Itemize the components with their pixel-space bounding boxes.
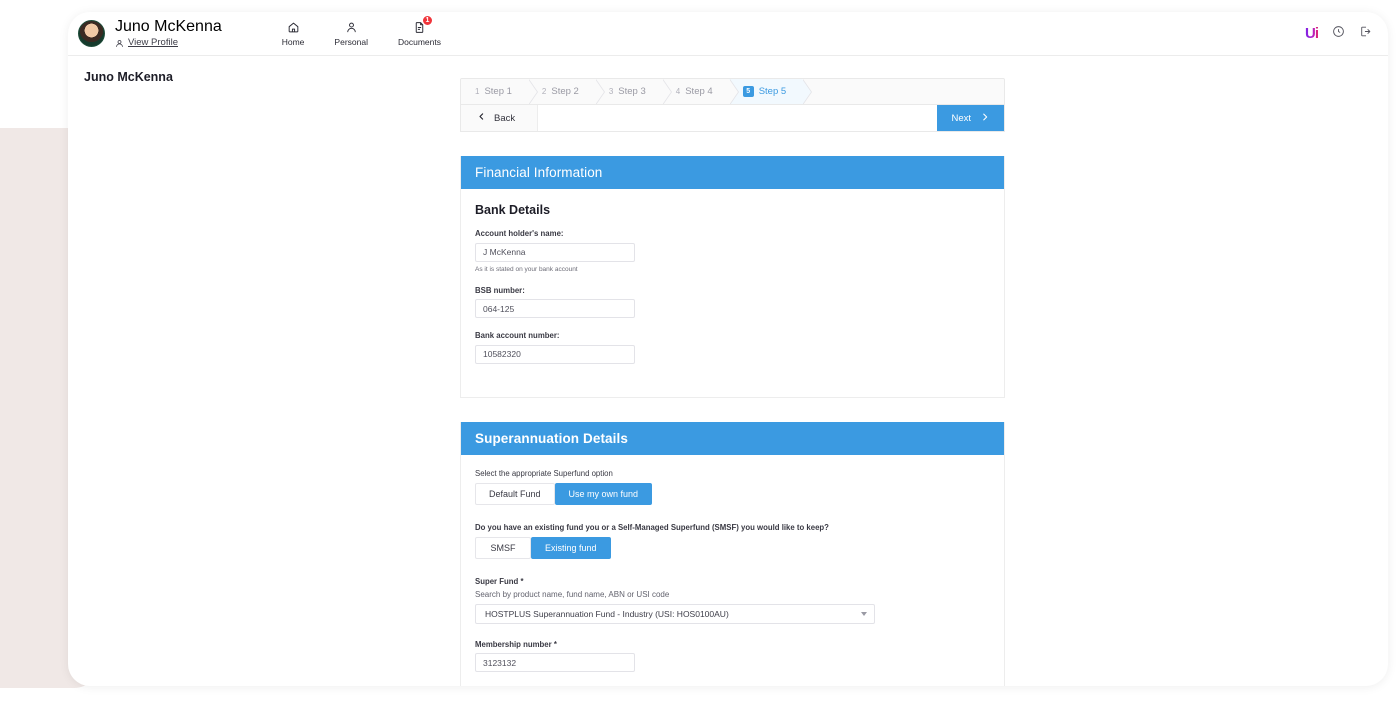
- bank-account-number-field: Bank account number:: [475, 331, 990, 364]
- avatar[interactable]: [78, 20, 105, 47]
- step-5-label: Step 5: [758, 86, 787, 97]
- clock-help-icon[interactable]: [1332, 25, 1345, 43]
- back-button[interactable]: Back: [461, 105, 539, 131]
- superannuation-details-heading: Superannuation Details: [461, 421, 1004, 455]
- existing-fund-question: Do you have an existing fund you or a Se…: [475, 522, 829, 532]
- app-card: Juno McKenna View Profile Home Personal …: [68, 12, 1388, 686]
- app-root: Juno McKenna View Profile Home Personal …: [0, 0, 1400, 706]
- person-icon: [345, 20, 358, 35]
- next-button[interactable]: Next: [937, 105, 1004, 131]
- step-4-number: 4: [675, 87, 681, 96]
- step-1-number: 1: [475, 87, 480, 96]
- bank-details-heading: Bank Details: [475, 203, 551, 217]
- documents-badge: 1: [421, 15, 433, 26]
- form-wizard: 1 Step 1 2 Step 2 3 Step 3 4 Step 4 5 St…: [460, 78, 1005, 686]
- user-name: Juno McKenna: [115, 17, 222, 35]
- bank-account-number-input[interactable]: [475, 344, 635, 364]
- bsb-label: BSB number:: [475, 285, 525, 295]
- step-2-number: 2: [541, 87, 547, 96]
- back-label: Back: [494, 112, 516, 124]
- financial-information-heading: Financial Information: [461, 156, 1004, 189]
- nav-item-personal[interactable]: Personal: [334, 20, 368, 47]
- membership-number-field: Membership number *: [475, 639, 990, 672]
- super-fund-select[interactable]: HOSTPLUS Superannuation Fund - Industry …: [475, 603, 875, 624]
- superfund-option-field: Select the appropriate Superfund option …: [475, 469, 990, 505]
- chevron-down-icon: [861, 611, 867, 616]
- financial-information-section: Financial Information Bank Details Accou…: [460, 156, 1005, 398]
- account-holder-label: Account holder's name:: [475, 229, 564, 238]
- super-fund-label: Super Fund *: [475, 576, 524, 586]
- financial-information-body: Bank Details Account holder's name: As i…: [461, 189, 1004, 397]
- step-4[interactable]: 4 Step 4: [661, 79, 739, 104]
- superannuation-details-body: Select the appropriate Superfund option …: [461, 455, 1004, 687]
- account-holder-input[interactable]: [475, 242, 635, 262]
- nav-item-documents[interactable]: 1 Documents: [397, 15, 441, 47]
- existing-fund-toggle-group: SMSF Existing fund: [475, 536, 990, 559]
- bsb-field: BSB number:: [475, 285, 990, 318]
- step-5-number: 5: [742, 86, 754, 97]
- user-block: Juno McKenna View Profile: [115, 18, 222, 49]
- toggle-default-fund[interactable]: Default Fund: [475, 482, 555, 505]
- super-fund-hint: Search by product name, fund name, ABN o…: [475, 589, 670, 599]
- top-bar: Juno McKenna View Profile Home Personal …: [68, 12, 1388, 56]
- nav-label-personal: Personal: [334, 37, 368, 47]
- stepper: 1 Step 1 2 Step 2 3 Step 3 4 Step 4 5 St…: [460, 78, 1005, 104]
- existing-fund-field: Do you have an existing fund you or a Se…: [475, 523, 990, 559]
- super-fund-selected-value: HOSTPLUS Superannuation Fund - Industry …: [485, 608, 729, 619]
- bsb-input[interactable]: [475, 299, 635, 318]
- person-icon: [115, 39, 124, 48]
- step-1-label: Step 1: [484, 86, 512, 97]
- step-3-label: Step 3: [618, 86, 646, 97]
- step-3-number: 3: [608, 87, 614, 96]
- superannuation-details-section: Superannuation Details Select the approp…: [460, 421, 1005, 687]
- wizard-nav: Back Next: [460, 104, 1005, 132]
- step-2[interactable]: 2 Step 2: [527, 79, 605, 104]
- step-2-label: Step 2: [551, 86, 579, 97]
- membership-number-label: Membership number *: [475, 639, 557, 649]
- account-holder-helper: As it is stated on your bank account: [475, 265, 578, 273]
- ui-logo[interactable]: Ui: [1305, 25, 1319, 42]
- super-fund-field: Super Fund * Search by product name, fun…: [475, 577, 990, 624]
- main-nav: Home Personal 1 Documents: [281, 15, 441, 47]
- superfund-option-toggle-group: Default Fund Use my own fund: [475, 482, 990, 505]
- membership-number-input[interactable]: [475, 653, 635, 672]
- view-profile-link[interactable]: View Profile: [115, 37, 222, 49]
- documents-icon: 1: [413, 15, 433, 35]
- account-holder-field: Account holder's name: As it is stated o…: [475, 229, 990, 273]
- topbar-actions: Ui: [1305, 25, 1372, 43]
- nav-label-home: Home: [281, 37, 305, 47]
- view-profile-label: View Profile: [128, 37, 178, 49]
- chevron-right-icon: [980, 112, 990, 125]
- step-4-label: Step 4: [685, 86, 713, 97]
- toggle-smsf[interactable]: SMSF: [475, 536, 531, 559]
- bank-account-number-label: Bank account number:: [475, 331, 560, 340]
- next-label: Next: [951, 112, 971, 124]
- step-3[interactable]: 3 Step 3: [594, 79, 672, 104]
- toggle-existing-fund[interactable]: Existing fund: [531, 536, 611, 559]
- nav-label-documents: Documents: [397, 37, 441, 47]
- toggle-use-my-own-fund[interactable]: Use my own fund: [554, 482, 653, 505]
- step-1[interactable]: 1 Step 1: [461, 79, 538, 104]
- nav-item-home[interactable]: Home: [281, 20, 305, 47]
- chevron-left-icon: [477, 112, 486, 124]
- step-5[interactable]: 5 Step 5: [728, 79, 813, 104]
- stepper-tail: [802, 79, 1004, 104]
- logout-icon[interactable]: [1359, 25, 1372, 43]
- wizard-nav-spacer: [538, 105, 938, 131]
- home-icon: [287, 20, 300, 35]
- superfund-option-label: Select the appropriate Superfund option: [475, 468, 613, 478]
